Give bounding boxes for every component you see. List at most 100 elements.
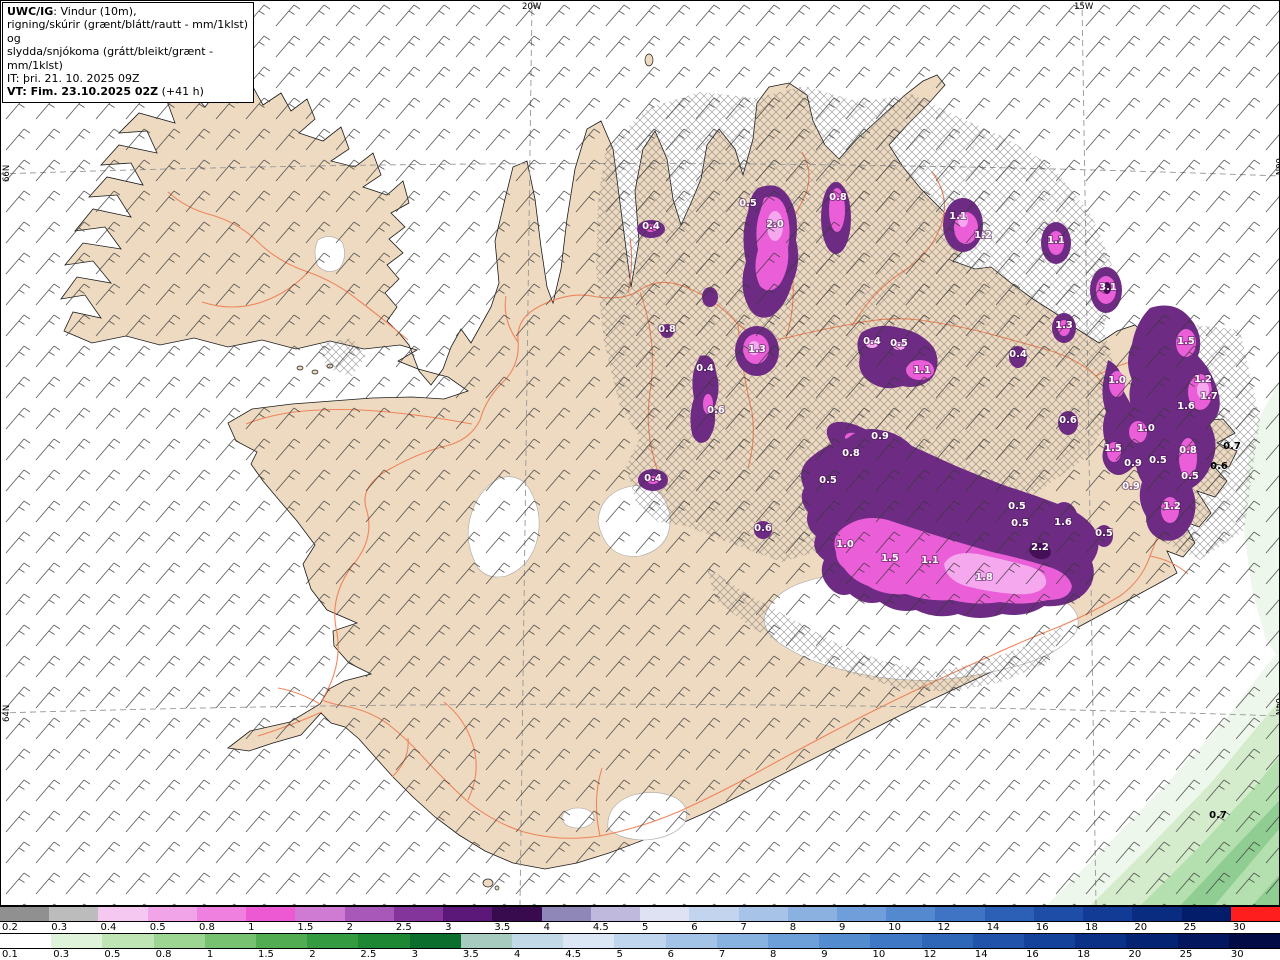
weather-map-page: 0.4 0.5 2.0 0.8 1.1 1.2 1.1 3.1 1.3 1.5 0.8 0.4 0.5 1… [0,0,1280,960]
colorbar-segment [738,907,788,921]
precip-value-label: 0.5 [1095,528,1113,539]
precip-value-label: 0.7 [1223,441,1241,452]
colorbar-tick-label: 6 [667,949,675,960]
colorbar-tick-label: 16 [1026,949,1039,960]
colorbar-segment [614,934,666,948]
precip-value-label: 2.0 [766,219,784,230]
colorbar-segment [460,934,513,948]
colorbar-tick-label: 3.5 [494,922,511,933]
colorbar-tick-label: 1.5 [258,949,274,960]
lat-label-66n-left: 66N [2,165,12,182]
precip-value-label: 0.6 [1210,461,1228,472]
lat-label-64n-right: 64N [1273,698,1280,715]
colorbar-tick-label: 3.5 [462,949,479,960]
colorbar-tick-label: 1.5 [297,922,314,933]
colorbar-segment [196,907,247,921]
colorbar-rain [0,933,1280,949]
colorbar-tick-label: 18 [1085,922,1098,933]
precip-value-label: 0.4 [642,221,660,232]
colorbar-tick-label: 8 [770,949,777,960]
model-name: UWC/IG [7,5,54,18]
colorbar-tick-label: 0.8 [198,922,215,933]
colorbar-tick-label: 0.4 [100,922,117,933]
colorbar-segment [1181,907,1231,921]
precip-value-label: 1.5 [881,553,899,564]
colorbar-snow [0,906,1280,922]
colorbar-segment [1126,934,1178,948]
precip-value-label: 0.5 [1149,455,1167,466]
colorbar-tick-label: 7 [740,922,747,933]
colorbar-tick-label: 0.3 [53,949,70,960]
precip-value-label: 1.6 [1177,401,1195,412]
precip-value-label: 1.1 [921,555,939,566]
precip-value-label: 0.4 [1009,349,1027,360]
colorbar-tick-label: 5 [642,922,649,933]
lat-label-64n-left: 64N [2,705,12,722]
precip-value-label: 0.9 [871,431,889,442]
precip-value-label: 1.3 [748,344,766,355]
precip-value-label: 1.1 [913,365,931,376]
precip-value-label: 0.8 [658,324,676,335]
colorbar-segment [921,934,973,948]
lat-label-66n-right: 66N [1273,158,1280,175]
colorbar-segment [102,934,154,948]
colorbar-segment [344,907,394,921]
precip-value-label: 1.1 [1047,235,1065,246]
colorbar-segment [1177,934,1229,948]
colorbar-segment [443,907,493,921]
colorbar-segment [768,934,820,948]
precip-value-label: 0.5 [1011,518,1029,529]
colorbar-segment [256,934,308,948]
precip-value-label: 0.9 [1124,458,1142,469]
colorbar-area: 0.2 0.3 0.4 0.5 0.8 1 1.5 2 2.5 3 3.5 4 4.5 5 6 7 8 9 10 12… [0,906,1280,960]
colorbar-segment [1024,934,1076,948]
lon-label-15w: 15W [1074,2,1094,12]
colorbar-segment [1230,907,1280,921]
precip-value-label: 0.8 [842,448,860,459]
precip-value-label: 1.5 [1177,336,1195,347]
colorbar-segment [295,907,345,921]
colorbar-tick-label: 3 [445,922,452,933]
colorbar-tick-label: 4.5 [565,949,582,960]
colorbar-tick-label: 0.5 [104,949,121,960]
colorbar-segment [98,907,148,921]
colorbar-segment [563,934,615,948]
colorbar-segment [51,934,103,948]
colorbar-tick-label: 0.1 [2,949,18,960]
colorbar-segment [972,934,1025,948]
precip-value-label: 0.6 [707,405,725,416]
precip-value-label: 1.0 [1108,375,1126,386]
colorbar-tick-label: 8 [789,922,797,933]
colorbar-segment [1033,907,1084,921]
precip-value-label: 1.2 [1163,501,1181,512]
colorbar-segment [870,934,922,948]
lon-label-20w: 20W [522,2,542,12]
colorbar-tick-label: 1 [248,922,255,933]
colorbar-tick-label: 0.3 [51,922,68,933]
precip-value-label: 2.2 [1031,542,1049,553]
title-line-3: slydda/snjókoma (grátt/bleikt/grænt - mm… [7,45,214,72]
colorbar-rain-ticks: 0.1 0.3 0.5 0.8 1 1.5 2 2.5 3 3.5 4 4.5 5 6 7 8 9 10 12 14 1… [0,949,1280,960]
colorbar-tick-label: 0.5 [149,922,166,933]
colorbar-segment [492,907,542,921]
colorbar-snow-ticks: 0.2 0.3 0.4 0.5 0.8 1 1.5 2 2.5 3 3.5 4 4.5 5 6 7 8 9 10 12… [0,922,1280,933]
precip-value-label: 3.1 [1099,282,1117,293]
precip-value-label: 0.5 [890,338,908,349]
colorbar-segment [689,907,739,921]
colorbar-tick-label: 2 [309,949,316,960]
colorbar-segment [512,934,564,948]
colorbar-tick-label: 7 [718,949,726,960]
precip-value-label: 1.7 [1200,391,1218,402]
precip-value-label: 1.2 [1194,374,1212,385]
precip-value-label: 0.5 [739,198,757,209]
precip-value-label: 1.0 [1137,423,1155,434]
colorbar-segment [665,934,717,948]
precip-value-label: 1.8 [975,572,993,583]
precip-value-label: 0.6 [1059,415,1077,426]
precip-value-label: 0.8 [1179,445,1197,456]
precip-value-label: 1.0 [836,539,854,550]
colorbar-tick-label: 1 [206,949,214,960]
precip-value-label: 1.1 [949,211,967,222]
colorbar-tick-label: 3 [411,949,418,960]
colorbar-tick-label: 2.5 [360,949,377,960]
